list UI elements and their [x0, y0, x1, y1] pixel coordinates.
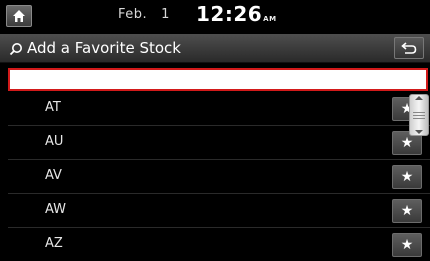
star-icon: ★	[400, 203, 414, 219]
clock-time: 12:26	[196, 2, 263, 26]
grip-line	[413, 118, 425, 119]
status-bar: Feb. 1 12:26AM	[0, 0, 430, 32]
star-icon: ★	[400, 169, 414, 185]
clock: 12:26AM	[196, 2, 277, 26]
stock-list: AT ★ AU ★ AV ★ AW ★ AZ ★	[8, 92, 430, 261]
scroll-up-icon	[415, 96, 423, 100]
star-button[interactable]: ★	[392, 199, 422, 223]
stock-search-input[interactable]	[10, 72, 426, 91]
list-item[interactable]: AW ★	[8, 194, 430, 228]
list-item-label: AU	[45, 134, 64, 149]
search-icon	[9, 43, 22, 56]
list-item[interactable]: AZ ★	[8, 228, 430, 261]
star-icon: ★	[400, 135, 414, 151]
date-day: 1	[161, 7, 170, 22]
list-item-label: AW	[45, 202, 67, 217]
back-arrow-icon	[401, 42, 417, 54]
date-month: Feb.	[118, 7, 148, 22]
stock-search-field[interactable]	[8, 68, 428, 91]
list-item-label: AT	[45, 100, 61, 115]
home-icon	[13, 10, 25, 22]
home-button[interactable]	[6, 5, 32, 27]
list-item[interactable]: AU ★	[8, 126, 430, 160]
title-bar: Add a Favorite Stock	[0, 34, 430, 63]
back-button[interactable]	[394, 37, 424, 59]
grip-line	[413, 112, 425, 113]
date-display: Feb. 1	[118, 7, 170, 22]
list-item[interactable]: AT ★	[8, 92, 430, 126]
star-button[interactable]: ★	[392, 165, 422, 189]
scrollbar-thumb[interactable]	[409, 94, 429, 136]
page-title: Add a Favorite Stock	[27, 39, 181, 57]
grip-line	[413, 115, 425, 116]
list-item[interactable]: AV ★	[8, 160, 430, 194]
star-button[interactable]: ★	[392, 233, 422, 257]
clock-ampm: AM	[263, 15, 277, 23]
scroll-down-icon	[415, 130, 423, 134]
list-item-label: AZ	[45, 236, 63, 251]
star-icon: ★	[400, 237, 414, 253]
list-item-label: AV	[45, 168, 62, 183]
